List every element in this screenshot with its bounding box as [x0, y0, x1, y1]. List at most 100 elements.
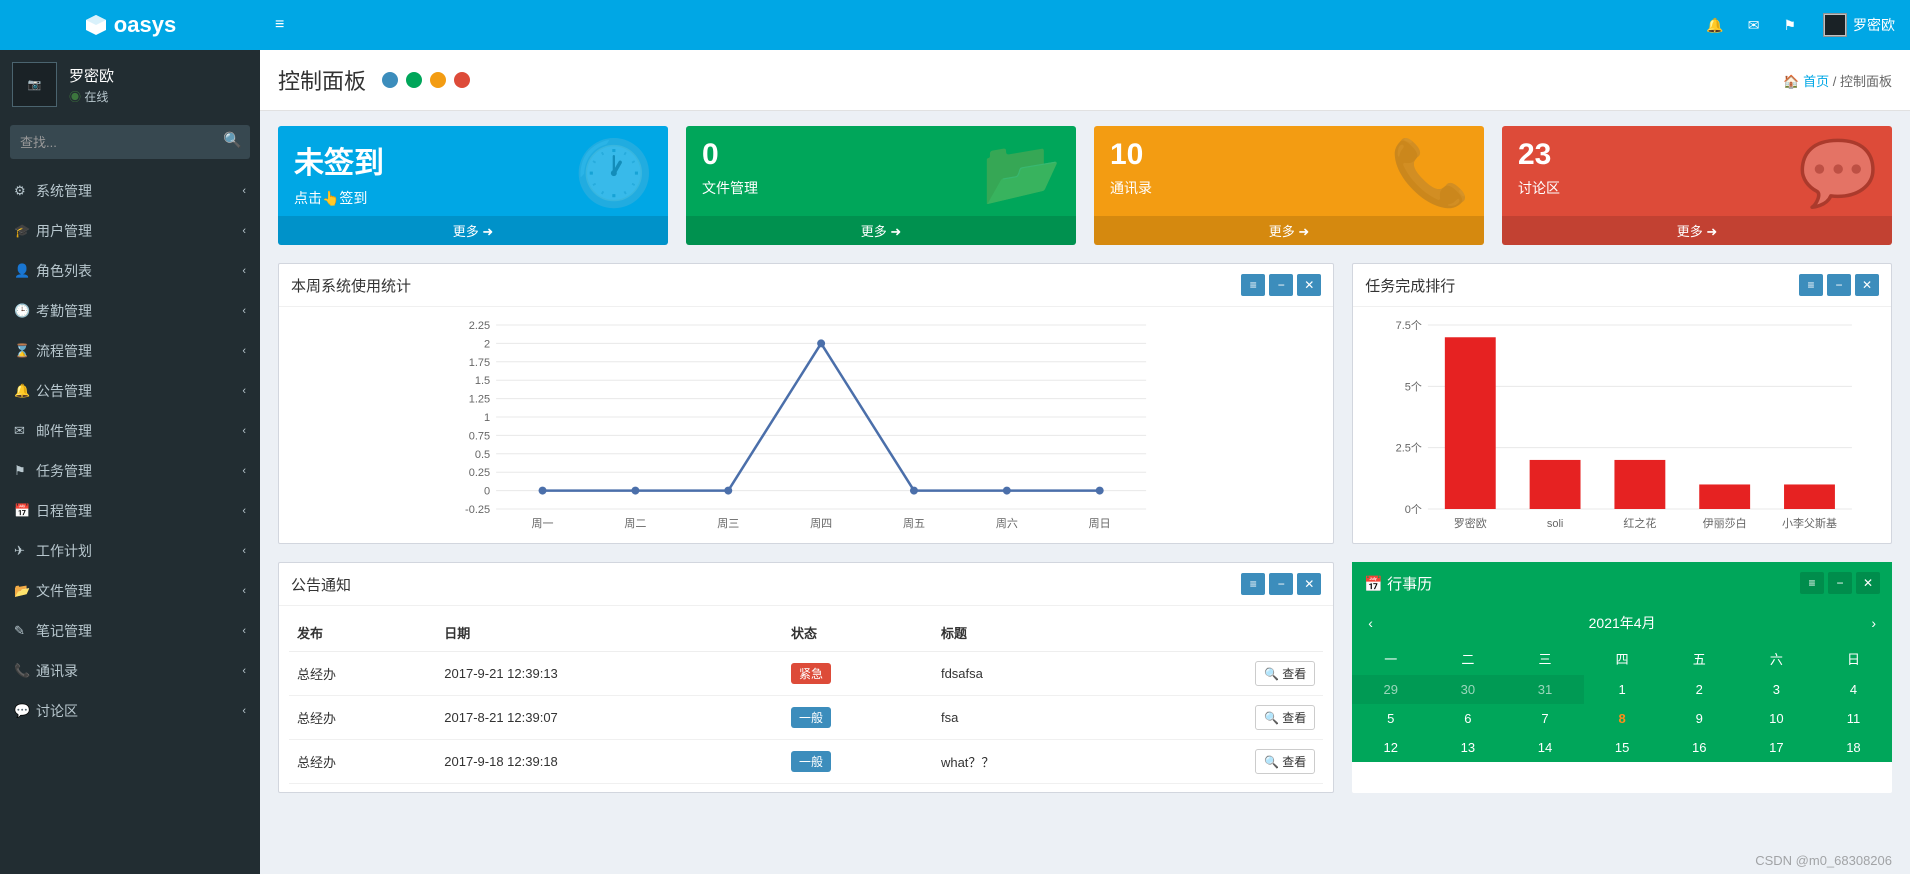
view-button[interactable]: 🔍 查看 — [1255, 661, 1315, 686]
card-more-link[interactable]: 更多 ➜ — [1502, 216, 1892, 245]
sidebar-item-6[interactable]: ✉邮件管理‹ — [0, 411, 260, 451]
prev-month-icon[interactable]: ‹ — [1362, 615, 1379, 631]
sidebar: 📷 罗密欧 ◉ 在线 🔍 ⚙系统管理‹🎓用户管理‹👤角色列表‹🕒考勤管理‹⌛流程… — [0, 50, 260, 874]
calendar-day[interactable]: 1 — [1584, 675, 1661, 704]
search-icon[interactable]: 🔍 — [223, 131, 242, 149]
sidebar-toggle[interactable]: ≡ — [260, 16, 299, 34]
close-icon[interactable]: ✕ — [1856, 572, 1880, 594]
calendar-day[interactable]: 13 — [1429, 733, 1506, 762]
calendar-day[interactable]: 15 — [1584, 733, 1661, 762]
next-month-icon[interactable]: › — [1865, 615, 1882, 631]
list-icon[interactable]: ≡ — [1241, 274, 1265, 296]
sidebar-item-5[interactable]: 🔔公告管理‹ — [0, 371, 260, 411]
chevron-left-icon: ‹ — [242, 705, 246, 717]
svg-text:7.5个: 7.5个 — [1396, 319, 1422, 332]
sidebar-item-9[interactable]: ✈工作计划‹ — [0, 531, 260, 571]
calendar-day[interactable]: 31 — [1506, 675, 1583, 704]
calendar-day[interactable]: 8 — [1584, 704, 1661, 733]
bell-icon[interactable]: 🔔 — [1694, 17, 1735, 34]
theme-dots — [382, 72, 470, 88]
view-button[interactable]: 🔍 查看 — [1255, 749, 1315, 774]
minimize-icon[interactable]: − — [1269, 573, 1293, 595]
menu-label: 用户管理 — [36, 221, 92, 241]
col-title: 标题 — [933, 614, 1119, 652]
theme-dot[interactable] — [382, 72, 398, 88]
breadcrumb: 🏠 首页 / 控制面板 — [1783, 71, 1892, 90]
menu-label: 笔记管理 — [36, 621, 92, 641]
calendar-day[interactable]: 10 — [1738, 704, 1815, 733]
menu-label: 角色列表 — [36, 261, 92, 281]
panel-announcements: 公告通知 ≡ − ✕ 发布 日期 状态 — [278, 562, 1334, 793]
minimize-icon[interactable]: − — [1827, 274, 1851, 296]
list-icon[interactable]: ≡ — [1241, 573, 1265, 595]
flag-icon[interactable]: ⚑ — [1771, 17, 1808, 34]
calendar-day[interactable]: 5 — [1352, 704, 1429, 733]
chevron-left-icon: ‹ — [242, 305, 246, 317]
search-input[interactable] — [10, 125, 250, 159]
sidebar-item-11[interactable]: ✎笔记管理‹ — [0, 611, 260, 651]
close-icon[interactable]: ✕ — [1297, 573, 1321, 595]
brand-text: oasys — [114, 12, 176, 38]
sidebar-item-13[interactable]: 💬讨论区‹ — [0, 691, 260, 731]
menu-icon: 🕒 — [14, 303, 36, 319]
svg-text:罗密欧: 罗密欧 — [1454, 516, 1487, 530]
theme-dot[interactable] — [454, 72, 470, 88]
calendar-day[interactable]: 18 — [1815, 733, 1892, 762]
user-menu[interactable]: 罗密欧 — [1808, 13, 1910, 37]
calendar-day[interactable]: 9 — [1661, 704, 1738, 733]
calendar-day[interactable]: 2 — [1661, 675, 1738, 704]
sidebar-item-8[interactable]: 📅日程管理‹ — [0, 491, 260, 531]
minimize-icon[interactable]: − — [1828, 572, 1852, 594]
calendar-day[interactable]: 3 — [1738, 675, 1815, 704]
theme-dot[interactable] — [406, 72, 422, 88]
close-icon[interactable]: ✕ — [1297, 274, 1321, 296]
minimize-icon[interactable]: − — [1269, 274, 1293, 296]
svg-text:伊丽莎白: 伊丽莎白 — [1703, 516, 1747, 530]
view-button[interactable]: 🔍 查看 — [1255, 705, 1315, 730]
col-date: 日期 — [436, 614, 783, 652]
info-card-3: 23讨论区💬更多 ➜ — [1502, 126, 1892, 245]
svg-text:1: 1 — [484, 412, 490, 424]
card-more-link[interactable]: 更多 ➜ — [1094, 216, 1484, 245]
calendar-day[interactable]: 4 — [1815, 675, 1892, 704]
menu-icon: 📅 — [14, 503, 36, 519]
mail-icon[interactable]: ✉ — [1736, 17, 1772, 34]
sidebar-item-2[interactable]: 👤角色列表‹ — [0, 251, 260, 291]
card-more-link[interactable]: 更多 ➜ — [278, 216, 668, 245]
calendar-day[interactable]: 16 — [1661, 733, 1738, 762]
calendar-day[interactable]: 29 — [1352, 675, 1429, 704]
logo[interactable]: oasys — [0, 0, 260, 50]
ann-title: fdsafsa — [933, 652, 1119, 696]
calendar-day[interactable]: 30 — [1429, 675, 1506, 704]
calendar-day[interactable]: 17 — [1738, 733, 1815, 762]
sidebar-item-10[interactable]: 📂文件管理‹ — [0, 571, 260, 611]
sidebar-item-3[interactable]: 🕒考勤管理‹ — [0, 291, 260, 331]
svg-text:周三: 周三 — [717, 517, 739, 530]
sidebar-item-4[interactable]: ⌛流程管理‹ — [0, 331, 260, 371]
avatar[interactable]: 📷 — [12, 62, 57, 107]
calendar-day[interactable]: 6 — [1429, 704, 1506, 733]
sidebar-item-7[interactable]: ⚑任务管理‹ — [0, 451, 260, 491]
chevron-left-icon: ‹ — [242, 345, 246, 357]
list-icon[interactable]: ≡ — [1799, 274, 1823, 296]
theme-dot[interactable] — [430, 72, 446, 88]
card-more-link[interactable]: 更多 ➜ — [686, 216, 1076, 245]
close-icon[interactable]: ✕ — [1855, 274, 1879, 296]
info-cards: 未签到点击👆签到🕐更多 ➜0文件管理📂更多 ➜10通讯录📞更多 ➜23讨论区💬更… — [278, 126, 1892, 245]
sidebar-item-1[interactable]: 🎓用户管理‹ — [0, 211, 260, 251]
breadcrumb-home[interactable]: 首页 — [1803, 74, 1829, 89]
panel-usage-stats: 本周系统使用统计 ≡ − ✕ -0.2500.250.50.7511.251.5… — [278, 263, 1334, 544]
calendar-day[interactable]: 14 — [1506, 733, 1583, 762]
chevron-left-icon: ‹ — [242, 505, 246, 517]
panel-title: 📅 行事历 — [1364, 573, 1432, 594]
menu-label: 任务管理 — [36, 461, 92, 481]
calendar-nav: ‹ 2021年4月 › — [1352, 604, 1892, 642]
sidebar-item-0[interactable]: ⚙系统管理‹ — [0, 171, 260, 211]
sidebar-item-12[interactable]: 📞通讯录‹ — [0, 651, 260, 691]
menu-label: 公告管理 — [36, 381, 92, 401]
calendar-day[interactable]: 7 — [1506, 704, 1583, 733]
list-icon[interactable]: ≡ — [1800, 572, 1824, 594]
calendar-day[interactable]: 12 — [1352, 733, 1429, 762]
calendar-day[interactable]: 11 — [1815, 704, 1892, 733]
svg-text:2.5个: 2.5个 — [1396, 442, 1422, 455]
